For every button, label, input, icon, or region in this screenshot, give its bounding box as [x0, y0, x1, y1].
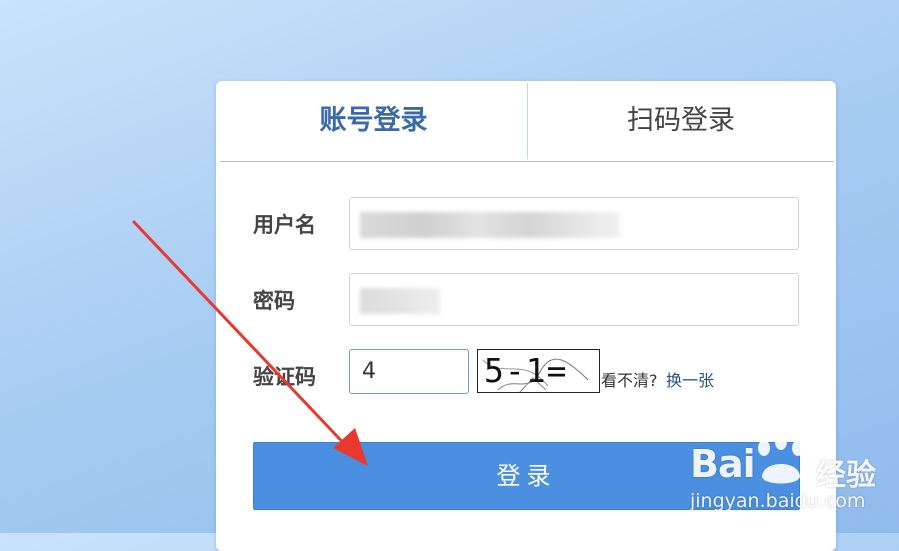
watermark-brand: 经验: [816, 458, 876, 493]
watermark-url: jingyan.baidu.com: [690, 490, 866, 512]
paw-icon: [758, 434, 804, 484]
watermark-logo: Bai: [690, 442, 756, 486]
baidu-jingyan-watermark: Bai 经验 jingyan.baidu.com: [688, 434, 888, 518]
